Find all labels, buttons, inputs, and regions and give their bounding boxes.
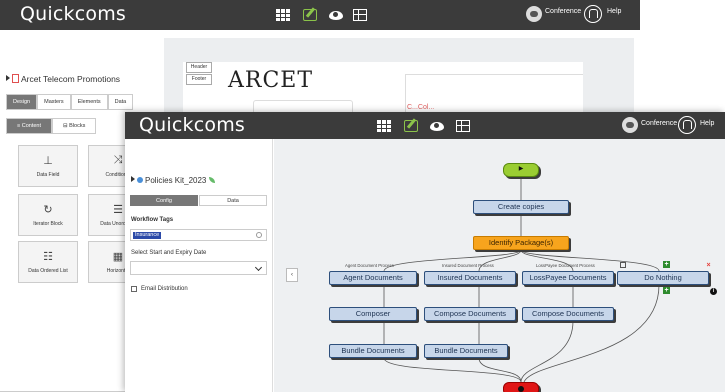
tab-masters[interactable]: Masters: [37, 94, 71, 110]
back-subtabs: ≡ Content ⊟ Blocks: [6, 118, 97, 134]
back-project-title[interactable]: Arcet Telecom Promotions: [6, 74, 120, 84]
start-node[interactable]: ▶: [503, 163, 539, 177]
date-select[interactable]: [130, 261, 267, 275]
user-icon[interactable]: [584, 5, 602, 23]
tile-data-ordered-list[interactable]: ☷ Data Ordered List: [18, 241, 78, 283]
node-compose-documents-1[interactable]: Compose Documents: [424, 307, 516, 321]
shuffle-icon: ⤨: [113, 154, 123, 166]
node-bundle-documents-2[interactable]: Bundle Documents: [424, 344, 508, 358]
end-dot: [518, 386, 524, 392]
edit-icon[interactable]: [404, 120, 418, 132]
node-do-nothing[interactable]: Do Nothing: [617, 271, 709, 285]
info-icon[interactable]: i: [710, 288, 717, 295]
branch-label-agent: Agent Document Process: [345, 263, 394, 268]
grid-icon[interactable]: [377, 120, 391, 132]
grid-icon[interactable]: [276, 9, 290, 21]
globe-icon: [137, 177, 143, 183]
branch-label-losspayee: LossPayee Document Process: [536, 263, 595, 268]
tab-data[interactable]: Data: [199, 195, 267, 206]
conference-label[interactable]: Conference: [641, 120, 677, 127]
search-icon[interactable]: [256, 232, 262, 238]
collapse-panel-button[interactable]: ‹: [286, 268, 298, 282]
tile-data-field[interactable]: ⊥ Data Field: [18, 145, 78, 187]
node-bundle-documents-1[interactable]: Bundle Documents: [329, 344, 417, 358]
edit-node-icon[interactable]: [620, 262, 626, 268]
front-project-title[interactable]: Policies Kit_2023: [131, 176, 216, 185]
end-node[interactable]: [503, 382, 539, 392]
tab-elements[interactable]: Elements: [70, 94, 108, 110]
header-button[interactable]: Header: [186, 62, 212, 73]
expand-icon[interactable]: [131, 176, 135, 182]
link-donothing-end: [523, 284, 660, 383]
table-icon[interactable]: [456, 120, 470, 132]
table-icon: ▦: [112, 251, 124, 263]
refresh-icon: ↻: [43, 204, 53, 216]
email-distribution-label: Email Distribution: [141, 286, 188, 292]
conference-icon[interactable]: [622, 117, 638, 133]
add-below-icon[interactable]: +: [663, 287, 670, 294]
link-compose2-end: [520, 320, 574, 383]
footer-button[interactable]: Footer: [186, 74, 212, 85]
subtab-content[interactable]: ≡ Content: [6, 118, 53, 134]
tab-config[interactable]: Config: [130, 195, 198, 206]
node-agent-documents[interactable]: Agent Documents: [329, 271, 417, 285]
node-compose-documents-2[interactable]: Compose Documents: [522, 307, 614, 321]
expand-icon[interactable]: [6, 75, 10, 81]
tile-iterator-block[interactable]: ↻ Iterator Block: [18, 194, 78, 236]
node-losspayee-documents[interactable]: LossPayee Documents: [522, 271, 614, 285]
node-insured-documents[interactable]: Insured Documents: [424, 271, 516, 285]
ordered-list-icon: ☷: [43, 251, 53, 263]
front-topbar: Quickcoms Conference Help: [125, 112, 725, 139]
edit-icon[interactable]: [303, 9, 317, 21]
workflow-tags-label: Workflow Tags: [131, 217, 174, 223]
subtab-blocks[interactable]: ⊟ Blocks: [52, 118, 97, 134]
node-identify-package[interactable]: Identify Package(s): [473, 236, 569, 250]
eye-icon[interactable]: [430, 122, 444, 131]
app-brand[interactable]: Quickcoms: [20, 3, 126, 25]
branch-label-insured: Insured Document Process: [442, 263, 494, 268]
help-link[interactable]: Help: [700, 120, 714, 127]
pdf-icon: [12, 74, 19, 83]
leaf-icon: [209, 177, 216, 183]
link-bundle1-end: [383, 357, 522, 383]
list-icon: ☰: [113, 204, 123, 216]
date-label: Select Start and Expiry Date: [131, 250, 207, 256]
help-link[interactable]: Help: [607, 8, 621, 15]
arcet-logo: ARCET: [228, 68, 314, 93]
app-brand[interactable]: Quickcoms: [139, 114, 245, 136]
back-topbar: Quickcoms Conference Help: [0, 0, 640, 30]
eye-icon[interactable]: [329, 11, 343, 20]
tab-data[interactable]: Data: [107, 94, 134, 110]
conference-icon[interactable]: [526, 6, 542, 22]
back-tabs: Design Masters Elements Data: [6, 94, 134, 110]
user-icon[interactable]: [678, 116, 696, 134]
workflow-canvas: ▶ Create copies Identify Package(s) Agen…: [274, 139, 725, 392]
chevron-down-icon: [254, 263, 263, 272]
front-window: Quickcoms Conference Help Policies Kit_2…: [125, 112, 725, 392]
conference-label[interactable]: Conference: [545, 8, 581, 15]
add-above-icon[interactable]: +: [663, 261, 670, 268]
tab-design[interactable]: Design: [6, 94, 38, 110]
tag-chip[interactable]: Insurance: [133, 232, 162, 239]
table-icon[interactable]: [353, 9, 367, 21]
node-composer[interactable]: Composer: [329, 307, 417, 321]
email-distribution-checkbox[interactable]: [131, 286, 137, 292]
workflow-tags-input[interactable]: Insurance: [130, 229, 267, 241]
sitemap-icon: ⊥: [43, 155, 53, 167]
node-create-copies[interactable]: Create copies: [473, 200, 569, 214]
partial-text: C...Col...: [407, 104, 435, 111]
delete-node-icon[interactable]: ×: [705, 262, 712, 269]
link-bundle2-end: [478, 357, 522, 383]
